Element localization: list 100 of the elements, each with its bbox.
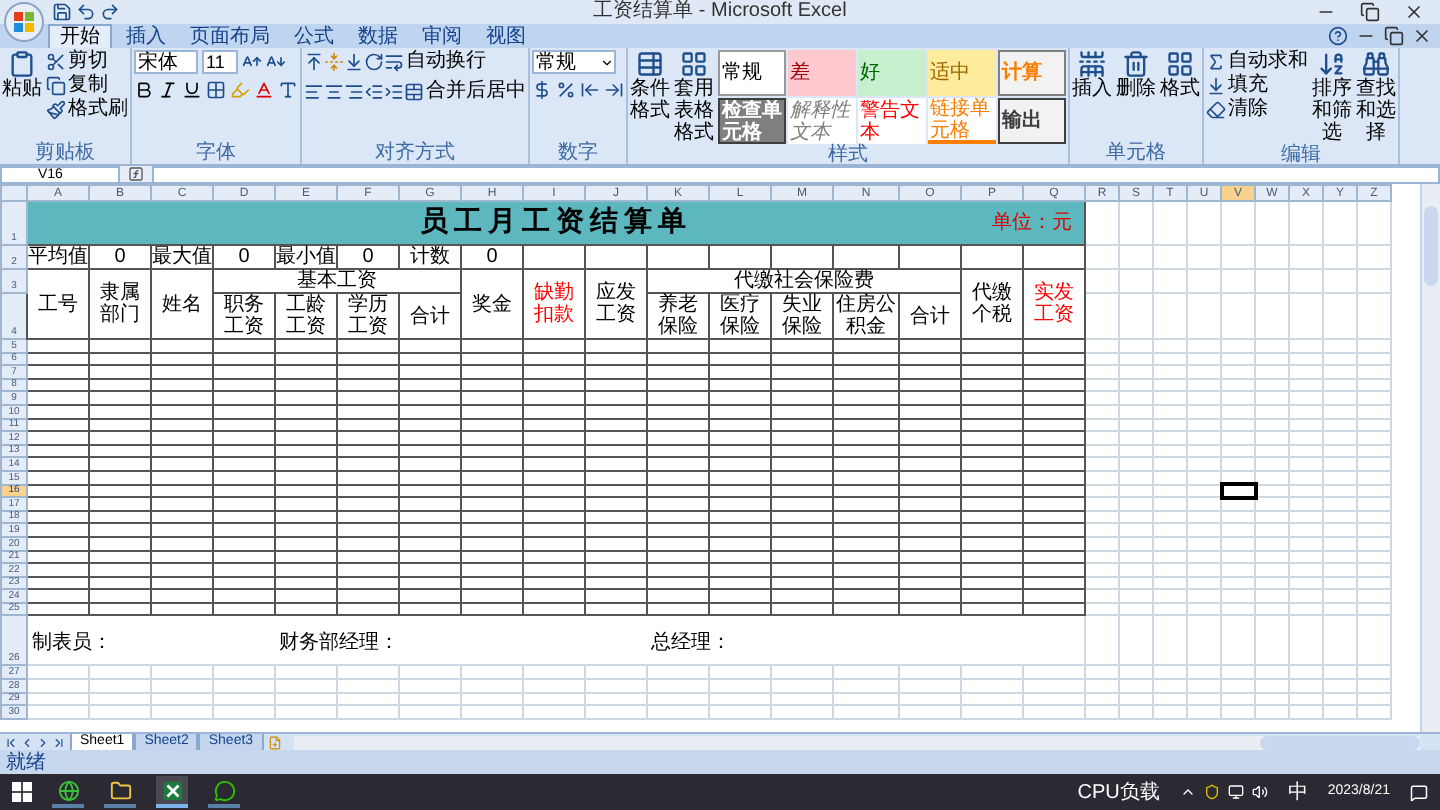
font-name-field[interactable]: 宋体 bbox=[134, 50, 198, 74]
clear-button[interactable]: 清除 bbox=[1206, 98, 1308, 122]
globe-icon bbox=[57, 779, 79, 801]
ribbon-tab[interactable]: 开始 bbox=[48, 24, 112, 48]
indent-decrease-icon[interactable] bbox=[364, 82, 384, 102]
group-label: 单元格 bbox=[1104, 142, 1168, 164]
ribbon-tab[interactable]: 数据 bbox=[348, 24, 408, 48]
folder-icon bbox=[109, 779, 131, 801]
italic-icon[interactable] bbox=[158, 80, 178, 100]
taskbar-app[interactable] bbox=[156, 776, 188, 808]
undo-icon[interactable] bbox=[76, 2, 96, 22]
sort-filter-button[interactable]: 排序和筛选 bbox=[1312, 50, 1352, 144]
start-icon[interactable] bbox=[12, 782, 32, 802]
format-button[interactable]: 格式 bbox=[1160, 50, 1200, 100]
cell-style-swatch[interactable]: 输出 bbox=[998, 98, 1066, 144]
summary-value: 0 bbox=[238, 246, 250, 268]
restore-icon[interactable] bbox=[1384, 26, 1404, 46]
phonetic-icon[interactable] bbox=[278, 80, 298, 100]
grow-font-icon[interactable] bbox=[242, 52, 262, 72]
cell-style-swatch[interactable]: 差 bbox=[788, 50, 856, 96]
borders-icon[interactable] bbox=[206, 80, 226, 100]
ribbon-tab[interactable]: 插入 bbox=[116, 24, 176, 48]
merge-center-button[interactable]: 合并后居中 bbox=[404, 80, 526, 104]
volume-icon[interactable] bbox=[1251, 784, 1268, 800]
percent-icon[interactable] bbox=[556, 80, 576, 100]
font-color-icon[interactable] bbox=[254, 80, 274, 100]
help-icon[interactable] bbox=[1328, 26, 1348, 46]
column-heading: 实发工资 bbox=[1034, 282, 1074, 326]
summary-label: 平均值 bbox=[28, 246, 88, 268]
column-heading: 奖金 bbox=[472, 293, 512, 315]
insert-button[interactable]: 插入 bbox=[1072, 50, 1112, 100]
delete-icon bbox=[1122, 50, 1150, 78]
underline-icon[interactable] bbox=[182, 80, 202, 100]
cell-style-swatch[interactable]: 警告文本 bbox=[858, 98, 926, 144]
input-method[interactable]: 中 bbox=[1287, 781, 1308, 803]
signature-label: 总经理： bbox=[649, 632, 731, 655]
fill-color-icon[interactable] bbox=[230, 80, 250, 100]
taskbar-app[interactable] bbox=[52, 776, 84, 808]
vertical-scrollbar[interactable] bbox=[1420, 184, 1440, 732]
taskbar-app[interactable] bbox=[208, 776, 240, 808]
align-right-icon[interactable] bbox=[344, 82, 364, 102]
signature-label: 制表员： bbox=[30, 632, 112, 655]
sheet-title: 员工月工资结算单 bbox=[420, 204, 692, 242]
ribbon-tab[interactable]: 页面布局 bbox=[180, 24, 280, 48]
column-subheading: 合计 bbox=[910, 305, 950, 327]
align-left-icon[interactable] bbox=[304, 82, 324, 102]
conditional-format-button[interactable]: 条件格式 bbox=[630, 50, 670, 122]
cut-icon bbox=[46, 52, 66, 72]
shield-icon[interactable] bbox=[1203, 784, 1220, 800]
bold-icon[interactable] bbox=[134, 80, 154, 100]
first-sheet-icon[interactable] bbox=[4, 735, 18, 749]
ribbon-tab[interactable]: 视图 bbox=[476, 24, 536, 48]
column-subheading: 学历工资 bbox=[348, 294, 388, 338]
save-icon[interactable] bbox=[52, 2, 72, 22]
column-subheading: 工龄工资 bbox=[286, 294, 326, 338]
notification-icon[interactable] bbox=[1410, 783, 1428, 801]
align-bottom-icon[interactable] bbox=[344, 52, 364, 72]
delete-button[interactable]: 删除 bbox=[1116, 50, 1156, 100]
last-sheet-icon[interactable] bbox=[52, 735, 66, 749]
column-subheading: 合计 bbox=[410, 305, 450, 327]
close-icon[interactable] bbox=[1404, 2, 1424, 22]
find-select-button[interactable]: 查找和选择 bbox=[1356, 50, 1396, 144]
cell-style-swatch[interactable]: 适中 bbox=[928, 50, 996, 96]
align-top-icon[interactable] bbox=[304, 52, 324, 72]
copy-button[interactable]: 复制 bbox=[46, 74, 128, 98]
paste-button[interactable]: 粘贴 bbox=[2, 50, 42, 100]
column-heading: 隶属部门 bbox=[100, 282, 140, 326]
wrap-text-button[interactable]: 自动换行 bbox=[384, 50, 486, 74]
cell-cursor[interactable] bbox=[1221, 484, 1255, 498]
ribbon-tab[interactable]: 审阅 bbox=[412, 24, 472, 48]
shrink-font-icon[interactable] bbox=[266, 52, 286, 72]
taskbar-app[interactable] bbox=[104, 776, 136, 808]
align-center-icon[interactable] bbox=[324, 82, 344, 102]
redo-icon[interactable] bbox=[100, 2, 120, 22]
close-icon[interactable] bbox=[1412, 26, 1432, 46]
function-icon[interactable] bbox=[128, 166, 144, 182]
network-icon[interactable] bbox=[1227, 784, 1244, 800]
table-format-button[interactable]: 套用表格格式 bbox=[674, 50, 714, 144]
cut-button[interactable]: 剪切 bbox=[46, 50, 128, 74]
format-painter-button[interactable]: 格式刷 bbox=[46, 98, 128, 122]
restore-icon[interactable] bbox=[1360, 2, 1380, 22]
indent-increase-icon[interactable] bbox=[384, 82, 404, 102]
autosum-button[interactable]: 自动求和 bbox=[1206, 50, 1308, 74]
ribbon-tab[interactable]: 公式 bbox=[284, 24, 344, 48]
number-format-field[interactable]: 常规 bbox=[532, 50, 616, 74]
fill-button[interactable]: 填充 bbox=[1206, 74, 1308, 98]
column-subheading: 职务工资 bbox=[224, 294, 264, 338]
find-select-icon bbox=[1362, 50, 1390, 78]
cell-style-swatch[interactable]: 解释性文本 bbox=[788, 98, 856, 144]
currency-icon[interactable] bbox=[532, 80, 552, 100]
horizontal-scrollbar[interactable] bbox=[293, 735, 1420, 749]
cell-style-swatch[interactable]: 好 bbox=[858, 50, 926, 96]
font-size-field[interactable]: 11 bbox=[202, 50, 238, 74]
orientation-icon[interactable] bbox=[364, 52, 384, 72]
previous-sheet-icon[interactable] bbox=[20, 735, 34, 749]
next-sheet-icon[interactable] bbox=[36, 735, 50, 749]
clear-icon bbox=[1206, 100, 1226, 120]
tray-expand-icon[interactable] bbox=[1179, 784, 1196, 800]
cell-style-swatch[interactable]: 常规 bbox=[718, 50, 786, 96]
column-heading: 工号 bbox=[38, 293, 78, 315]
